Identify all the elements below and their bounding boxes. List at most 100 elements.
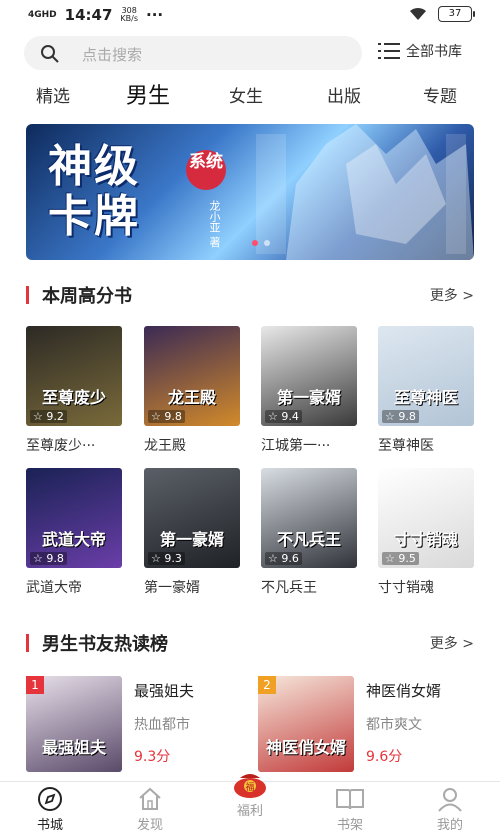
nav-bookshelf[interactable]: 书架 [320,786,380,833]
score-value: 9.2 [46,410,64,423]
book-cover: 寸寸销魂 ☆ 9.5 [378,468,474,568]
book-title: 至尊废少··· [26,438,96,454]
score-badge: ☆ 9.4 [265,410,302,423]
book-cover: 武道大帝 ☆ 9.8 [26,468,122,568]
book-card[interactable]: 不凡兵王 ☆ 9.6 不凡兵王 [261,468,357,597]
book-title: 江城第一··· [261,438,331,454]
book-card[interactable]: 龙王殿 ☆ 9.8 龙王殿 [144,326,240,455]
search-placeholder: 点击搜索 [82,46,143,64]
wifi-icon [410,7,426,20]
search-icon [41,45,59,63]
tab-female[interactable]: 女生 [229,82,263,107]
book-title: 武道大帝 [26,580,82,596]
book-title: 第一豪婿 [144,580,200,596]
nav-label: 我的 [436,818,463,833]
promo-banner[interactable]: 神级 卡牌 系统 龙小亚 著 [26,124,474,260]
ranking-item[interactable]: 最强姐夫 1 最强姐夫 热血都市 9.3分 [26,676,266,776]
star-icon: ☆ [268,552,278,565]
book-score: 9.6分 [366,749,403,765]
tab-publish[interactable]: 出版 [327,82,361,107]
book-title: 寸寸销魂 [378,580,434,596]
book-icon [336,789,364,810]
book-cover: 龙王殿 ☆ 9.8 [144,326,240,426]
cover-title: 第一豪婿 [276,388,341,407]
compass-icon [38,787,62,811]
pager-dot[interactable] [252,240,258,246]
cover-title: 至尊废少 [41,388,106,407]
score-value: 9.3 [164,552,182,565]
book-card[interactable]: 第一豪婿 ☆ 9.4 江城第一··· [261,326,357,455]
banner-title-line2: 卡牌 [48,191,140,242]
search-row: 点击搜索 全部书库 [0,36,500,72]
status-bar: 4GHD 14:47 308 KB/s ··· 37 [0,0,500,30]
book-title: 龙王殿 [144,438,186,454]
pager-dot[interactable] [264,240,270,246]
book-title: 至尊神医 [378,438,434,454]
bottom-nav: 书城 发现 福 福利 书架 我的 [0,774,500,833]
score-badge: ☆ 9.5 [382,552,419,565]
cover-title: 龙王殿 [167,388,216,407]
nav-label: 发现 [136,818,163,833]
book-title: 不凡兵王 [261,580,317,596]
cover-title: 寸寸销魂 [393,530,458,549]
book-category: 都市爽文 [366,717,422,733]
rank-badge: 2 [258,676,276,694]
status-menu: ··· [146,6,164,24]
score-value: 9.5 [398,552,416,565]
section-accent-bar [26,286,29,304]
tab-male[interactable]: 男生 [126,78,170,110]
score-badge: ☆ 9.8 [148,410,185,423]
list-icon [378,43,400,59]
welfare-badge: 福 [245,781,254,793]
score-value: 9.8 [46,552,64,565]
star-icon: ☆ [151,410,161,423]
battery-level: 37 [448,8,462,19]
book-card[interactable]: 第一豪婿 ☆ 9.3 第一豪婿 [144,468,240,597]
search-input[interactable]: 点击搜索 [24,36,362,70]
banner-pager [252,240,270,246]
book-cover: 至尊废少 ☆ 9.2 [26,326,122,426]
nav-mine[interactable]: 我的 [420,786,480,833]
score-badge: ☆ 9.8 [382,410,419,423]
star-icon: ☆ [385,552,395,565]
gift-bag-icon: 福 [234,774,266,798]
book-category: 热血都市 [134,717,190,733]
tab-featured[interactable]: 精选 [36,82,70,107]
cover-title: 神医俏女婿 [265,738,346,757]
tab-topics[interactable]: 专题 [423,82,457,107]
network-indicator: 4GHD [28,9,57,20]
star-icon: ☆ [151,552,161,565]
more-link[interactable]: 更多 > [430,633,474,653]
score-value: 9.8 [398,410,416,423]
cover-title: 武道大帝 [41,530,106,549]
section-high-score: 本周高分书 更多 > [0,280,500,310]
score-value: 9.4 [281,410,299,423]
status-left: 4GHD 14:47 308 KB/s ··· [28,6,163,24]
nav-label: 书城 [36,818,63,833]
score-badge: ☆ 9.3 [148,552,185,565]
battery-icon: 37 [438,6,475,22]
cover-title: 至尊神医 [393,388,458,407]
book-card[interactable]: 至尊废少 ☆ 9.2 至尊废少··· [26,326,122,455]
book-card[interactable]: 至尊神医 ☆ 9.8 至尊神医 [378,326,474,455]
book-title: 神医俏女婿 [366,682,442,700]
nav-label: 书架 [336,818,363,833]
star-icon: ☆ [385,410,395,423]
section-title: 男生书友热读榜 [42,634,168,655]
cover-title: 第一豪婿 [159,530,224,549]
nav-bookstore[interactable]: 书城 [20,786,80,833]
all-books-button[interactable]: 全部书库 [378,41,462,61]
ranking-item[interactable]: 神医俏女婿 2 神医俏女婿 都市爽文 9.6分 [258,676,498,776]
chevron-right-icon: > [462,636,474,652]
book-card[interactable]: 寸寸销魂 ☆ 9.5 寸寸销魂 [378,468,474,597]
score-badge: ☆ 9.2 [30,410,67,423]
score-badge: ☆ 9.6 [265,552,302,565]
more-link[interactable]: 更多 > [430,285,474,305]
book-card[interactable]: 武道大帝 ☆ 9.8 武道大帝 [26,468,122,597]
nav-welfare[interactable]: 福 福利 [220,774,280,819]
chevron-right-icon: > [462,288,474,304]
nav-discover[interactable]: 发现 [120,786,180,833]
banner-author: 龙小亚 著 [208,200,221,248]
all-books-label: 全部书库 [406,44,462,60]
nav-label: 福利 [236,804,263,819]
